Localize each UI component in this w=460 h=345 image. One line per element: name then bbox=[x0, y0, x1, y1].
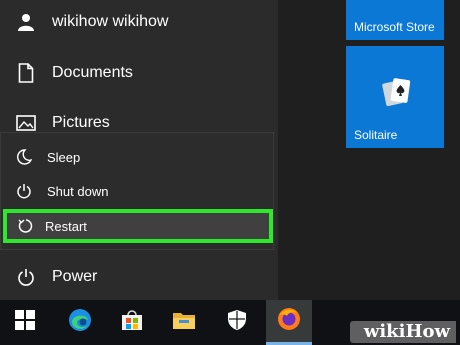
power-icon bbox=[1, 183, 47, 199]
shut-down-option[interactable]: Shut down bbox=[1, 175, 273, 207]
solitaire-label: Solitaire bbox=[354, 128, 398, 142]
restart-label: Restart bbox=[45, 218, 87, 234]
sleep-label: Sleep bbox=[47, 149, 81, 165]
solitaire-icon bbox=[382, 76, 412, 111]
restart-icon bbox=[7, 218, 45, 234]
folder-icon bbox=[172, 310, 196, 335]
documents-button[interactable]: Documents bbox=[0, 50, 278, 96]
user-icon bbox=[0, 13, 52, 31]
security-taskbar-button[interactable] bbox=[214, 300, 260, 345]
firefox-icon bbox=[277, 307, 301, 336]
store-icon bbox=[121, 309, 143, 336]
documents-label: Documents bbox=[52, 64, 133, 81]
start-menu: wikihow wikihow Documents Pictures Sleep bbox=[0, 0, 460, 300]
sleep-option[interactable]: Sleep bbox=[1, 141, 273, 173]
document-icon bbox=[0, 63, 52, 83]
solitaire-tile[interactable]: Solitaire bbox=[346, 46, 444, 148]
windows-logo-icon bbox=[15, 310, 35, 335]
wikihow-brand-suffix: How bbox=[405, 321, 450, 342]
store-taskbar-button[interactable] bbox=[109, 300, 155, 345]
start-button[interactable] bbox=[2, 300, 48, 345]
pictures-label: Pictures bbox=[52, 114, 110, 131]
edge-taskbar-button[interactable] bbox=[57, 300, 103, 345]
wikihow-watermark: wikiHow bbox=[349, 321, 456, 343]
file-explorer-taskbar-button[interactable] bbox=[161, 300, 207, 345]
power-button[interactable]: Power bbox=[0, 254, 278, 300]
start-menu-left-panel: wikihow wikihow Documents Pictures Sleep bbox=[0, 0, 278, 300]
moon-icon bbox=[1, 149, 47, 165]
shut-down-label: Shut down bbox=[47, 183, 109, 199]
restart-option[interactable]: Restart bbox=[3, 209, 273, 243]
microsoft-store-tile[interactable]: Microsoft Store bbox=[346, 0, 444, 40]
power-icon bbox=[0, 268, 52, 286]
power-flyout-menu: Sleep Shut down Restart bbox=[0, 132, 274, 250]
wikihow-brand-prefix: wiki bbox=[363, 321, 406, 342]
pictures-icon bbox=[0, 115, 52, 131]
power-label: Power bbox=[52, 268, 98, 285]
user-name: wikihow wikihow bbox=[52, 13, 169, 30]
user-account-button[interactable]: wikihow wikihow bbox=[0, 0, 278, 44]
microsoft-store-label: Microsoft Store bbox=[354, 20, 435, 34]
edge-icon bbox=[68, 308, 92, 337]
firefox-taskbar-button[interactable] bbox=[266, 300, 312, 345]
shield-icon bbox=[227, 309, 247, 336]
